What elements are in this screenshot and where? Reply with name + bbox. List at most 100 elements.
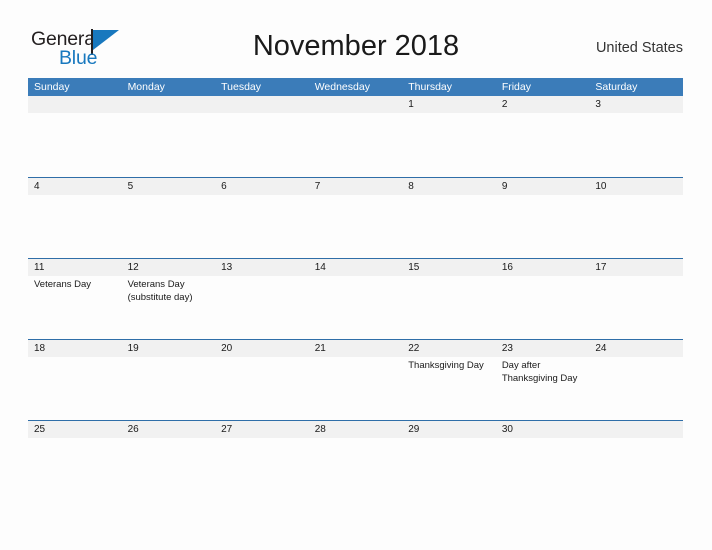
day-cell[interactable]: [28, 195, 122, 258]
day-cell[interactable]: [589, 195, 683, 258]
day-number[interactable]: 26: [122, 421, 216, 438]
day-cell[interactable]: [496, 113, 590, 176]
day-cell[interactable]: [122, 113, 216, 176]
day-number[interactable]: 30: [496, 421, 590, 438]
day-cell[interactable]: [122, 438, 216, 501]
week-day-numbers: 4 5 6 7 8 9 10: [28, 178, 683, 195]
day-number[interactable]: 3: [589, 96, 683, 113]
day-cell[interactable]: [309, 195, 403, 258]
week-day-numbers: 25 26 27 28 29 30: [28, 421, 683, 438]
week-day-events: Veterans Day Veterans Day (substitute da…: [28, 276, 683, 339]
week-day-events: [28, 438, 683, 501]
page-header: General Blue November 2018 United States: [0, 0, 712, 78]
day-cell[interactable]: [215, 438, 309, 501]
day-cell[interactable]: [122, 357, 216, 420]
week-day-events: [28, 195, 683, 258]
day-event-text: Day after Thanksgiving Day: [501, 360, 578, 384]
day-number[interactable]: 16: [496, 259, 590, 276]
day-cell[interactable]: [309, 438, 403, 501]
weekday-header-wednesday: Wednesday: [314, 81, 370, 93]
day-number[interactable]: 7: [309, 178, 403, 195]
day-cell[interactable]: [309, 357, 403, 420]
calendar-week-row: 25 26 27 28 29 30: [28, 420, 683, 501]
day-cell[interactable]: [402, 113, 496, 176]
calendar-grid: Sunday Monday Tuesday Wednesday Thursday…: [28, 78, 683, 501]
day-number[interactable]: 9: [496, 178, 590, 195]
weekday-header-row: Sunday Monday Tuesday Wednesday Thursday…: [28, 78, 683, 96]
day-number[interactable]: 24: [589, 340, 683, 357]
day-number[interactable]: 13: [215, 259, 309, 276]
day-cell[interactable]: [28, 438, 122, 501]
day-cell[interactable]: [28, 357, 122, 420]
weekday-header-sunday: Sunday: [34, 81, 70, 93]
day-number[interactable]: 27: [215, 421, 309, 438]
weekday-header-monday: Monday: [127, 81, 165, 93]
day-number[interactable]: 11: [28, 259, 122, 276]
day-cell[interactable]: [402, 195, 496, 258]
day-event-text: Veterans Day: [34, 279, 92, 290]
weekday-header-friday: Friday: [501, 81, 531, 93]
weekday-header-tuesday: Tuesday: [221, 81, 262, 93]
day-cell[interactable]: [402, 276, 496, 339]
week-day-numbers: 1 2 3: [28, 96, 683, 113]
day-cell[interactable]: Thanksgiving Day: [402, 357, 496, 420]
week-day-events: Thanksgiving Day Day after Thanksgiving …: [28, 357, 683, 420]
day-cell[interactable]: [122, 195, 216, 258]
day-number[interactable]: 18: [28, 340, 122, 357]
day-number[interactable]: [589, 421, 683, 438]
day-number[interactable]: 6: [215, 178, 309, 195]
calendar-week-row: 4 5 6 7 8 9 10: [28, 177, 683, 258]
day-number[interactable]: 14: [309, 259, 403, 276]
day-number[interactable]: 29: [402, 421, 496, 438]
day-number[interactable]: 8: [402, 178, 496, 195]
day-number[interactable]: 25: [28, 421, 122, 438]
week-day-numbers: 11 12 13 14 15 16 17: [28, 259, 683, 276]
day-number[interactable]: 12: [122, 259, 216, 276]
calendar-page: General Blue November 2018 United States…: [0, 0, 712, 550]
day-number[interactable]: 20: [215, 340, 309, 357]
day-number[interactable]: 21: [309, 340, 403, 357]
day-cell[interactable]: [402, 438, 496, 501]
day-number[interactable]: 1: [402, 96, 496, 113]
day-cell[interactable]: [215, 195, 309, 258]
day-number[interactable]: 10: [589, 178, 683, 195]
day-cell[interactable]: [589, 276, 683, 339]
day-cell[interactable]: [589, 357, 683, 420]
day-number[interactable]: 4: [28, 178, 122, 195]
day-number[interactable]: [122, 96, 216, 113]
day-cell[interactable]: [496, 276, 590, 339]
day-cell[interactable]: Veterans Day (substitute day): [122, 276, 216, 339]
day-cell[interactable]: [589, 438, 683, 501]
day-cell[interactable]: [28, 113, 122, 176]
day-number[interactable]: 22: [402, 340, 496, 357]
day-number[interactable]: 15: [402, 259, 496, 276]
day-cell[interactable]: [309, 113, 403, 176]
day-event-text: Veterans Day (substitute day): [127, 279, 193, 303]
weekday-header-thursday: Thursday: [408, 81, 453, 93]
day-cell[interactable]: [589, 113, 683, 176]
day-cell[interactable]: Day after Thanksgiving Day: [496, 357, 590, 420]
day-cell[interactable]: [215, 113, 309, 176]
day-number[interactable]: 5: [122, 178, 216, 195]
day-number[interactable]: 23: [496, 340, 590, 357]
day-number[interactable]: [215, 96, 309, 113]
calendar-week-row: 1 2 3: [28, 96, 683, 177]
week-day-numbers: 18 19 20 21 22 23 24: [28, 340, 683, 357]
calendar-week-row: 18 19 20 21 22 23 24 Thanksgiving Day Da…: [28, 339, 683, 420]
day-cell[interactable]: [496, 438, 590, 501]
country-label: United States: [595, 40, 683, 56]
day-cell[interactable]: [215, 276, 309, 339]
day-cell[interactable]: Veterans Day: [28, 276, 122, 339]
weekday-header-saturday: Saturday: [595, 81, 638, 93]
week-day-events: [28, 113, 683, 176]
day-cell[interactable]: [496, 195, 590, 258]
day-number[interactable]: 2: [496, 96, 590, 113]
day-number[interactable]: [309, 96, 403, 113]
day-number[interactable]: [28, 96, 122, 113]
day-cell[interactable]: [215, 357, 309, 420]
day-number[interactable]: 19: [122, 340, 216, 357]
day-number[interactable]: 17: [589, 259, 683, 276]
day-number[interactable]: 28: [309, 421, 403, 438]
calendar-week-row: 11 12 13 14 15 16 17 Veterans Day Vetera…: [28, 258, 683, 339]
day-cell[interactable]: [309, 276, 403, 339]
